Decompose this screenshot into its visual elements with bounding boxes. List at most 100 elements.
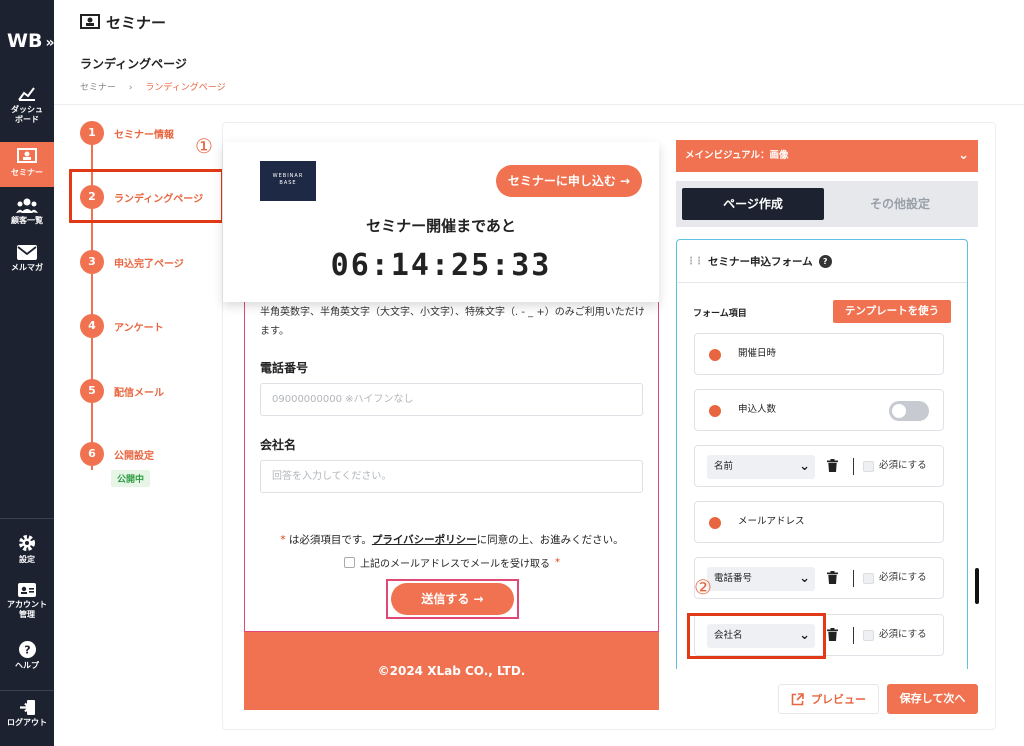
- step-number: 1: [80, 121, 104, 145]
- step-label: アンケート: [114, 322, 164, 334]
- step-label: 配信メール: [114, 387, 164, 399]
- required-toggle[interactable]: 必須にする: [863, 615, 927, 655]
- apply-seminar-button[interactable]: セミナーに申し込む →: [496, 165, 642, 197]
- section-title: セミナー: [106, 14, 167, 32]
- nav-settings[interactable]: 設定: [0, 534, 54, 565]
- fixed-field-dot: [709, 349, 721, 361]
- trash-icon[interactable]: [827, 459, 838, 472]
- gear-icon: [19, 535, 35, 551]
- header-divider: [54, 104, 1024, 105]
- trash-icon[interactable]: [827, 571, 838, 584]
- nav-account-label: アカウント 管理: [7, 600, 47, 619]
- required-label: 必須にする: [879, 629, 927, 640]
- mail-opt-checkbox[interactable]: [344, 557, 355, 568]
- step-publish[interactable]: 6 公開設定: [80, 442, 154, 466]
- field-label: メールアドレス: [738, 516, 805, 527]
- step-number: 6: [80, 442, 104, 466]
- use-template-button[interactable]: テンプレートを使う: [833, 300, 951, 323]
- page-title: ランディングページ: [80, 57, 187, 71]
- field-select-value: 名前: [714, 461, 734, 472]
- nav-divider-2: [0, 690, 54, 691]
- chevron-down-icon: ⌄: [958, 148, 969, 163]
- main-visual-dropdown[interactable]: メインビジュアル：画像 ⌄: [676, 140, 978, 172]
- nav-seminar[interactable]: セミナー: [0, 142, 54, 187]
- divider: [853, 458, 854, 475]
- nav-mailmag[interactable]: メルマガ: [0, 245, 54, 273]
- mail-icon: [17, 245, 37, 260]
- nav-customers-label: 顧客一覧: [11, 216, 43, 225]
- highlight-box-step: [69, 169, 224, 223]
- help-icon[interactable]: ?: [818, 255, 832, 268]
- preview-label: プレビュー: [811, 693, 866, 706]
- countdown-timer: 06:14:25:33: [330, 248, 552, 283]
- nav-settings-label: 設定: [19, 555, 35, 564]
- step-seminar-info[interactable]: 1 セミナー情報: [80, 121, 174, 145]
- divider: [853, 570, 854, 587]
- form-divider: [677, 282, 967, 283]
- scrollbar[interactable]: [975, 568, 979, 604]
- phone-input[interactable]: 09000000000 ※ハイフンなし: [260, 383, 643, 416]
- logout-icon: [19, 700, 35, 715]
- step-label: 公開設定: [114, 450, 154, 462]
- tab-other-settings[interactable]: その他設定: [826, 188, 974, 220]
- step-complete-page[interactable]: 3 申込完了ページ: [80, 250, 184, 274]
- preview-button[interactable]: プレビュー: [778, 684, 879, 714]
- divider: [853, 627, 854, 644]
- tab-page-create[interactable]: ページ作成: [682, 188, 824, 220]
- step-label: セミナー情報: [114, 129, 174, 141]
- required-checkbox[interactable]: [863, 629, 874, 641]
- side-nav: WB» ダッシュ ボード セミナー 顧客一覧 メルマガ 設定 アカウント 管理 …: [0, 0, 55, 746]
- required-toggle[interactable]: 必須にする: [863, 446, 927, 486]
- send-button[interactable]: 送信する →: [391, 583, 514, 615]
- chevron-down-icon: ⌄: [799, 459, 810, 474]
- nav-dashboard-label: ダッシュ ボード: [11, 105, 43, 124]
- chevron-down-icon: ⌄: [799, 571, 810, 586]
- section-header: セミナー: [80, 12, 166, 33]
- nav-help[interactable]: ? ヘルプ: [0, 641, 54, 671]
- privacy-policy-link[interactable]: プライバシーポリシー: [372, 534, 477, 546]
- nav-logout[interactable]: ログアウト: [0, 700, 54, 728]
- nav-help-label: ヘルプ: [15, 661, 39, 670]
- field-select-name[interactable]: 名前 ⌄: [707, 455, 815, 479]
- nav-dashboard[interactable]: ダッシュ ボード: [0, 84, 54, 125]
- nav-logout-label: ログアウト: [7, 718, 47, 727]
- trash-icon[interactable]: [827, 628, 838, 641]
- field-label: 開催日時: [738, 348, 777, 359]
- nav-seminar-label: セミナー: [11, 168, 43, 177]
- form-items-label: フォーム項目: [693, 309, 747, 319]
- required-mark: *: [555, 557, 560, 568]
- nav-divider: [0, 518, 54, 519]
- form-row-date: 開催日時: [694, 333, 944, 375]
- required-checkbox[interactable]: [863, 460, 874, 472]
- step-mail[interactable]: 5 配信メール: [80, 379, 164, 403]
- drag-handle-icon[interactable]: ⋮⋮: [686, 256, 704, 267]
- countdown-title: セミナー開催まであと: [366, 217, 516, 235]
- form-row-email: メールアドレス: [694, 501, 944, 543]
- save-next-button[interactable]: 保存して次へ: [887, 684, 978, 714]
- nav-account[interactable]: アカウント 管理: [0, 583, 54, 620]
- required-checkbox[interactable]: [863, 572, 874, 584]
- highlight-box-company: [687, 613, 826, 659]
- account-card-icon: [18, 583, 36, 597]
- app-logo[interactable]: WB»: [7, 30, 55, 52]
- lp-footer: ©2024 XLab CO., LTD.: [244, 632, 659, 710]
- company-label: 会社名: [260, 438, 297, 452]
- main-visual-label: メインビジュアル：画像: [685, 150, 789, 161]
- mail-opt-label: 上記のメールアドレスでメールを受け取る: [360, 559, 550, 570]
- field-select-phone[interactable]: 電話番号 ⌄: [707, 567, 815, 591]
- consent-prefix: は必須項目です。: [285, 534, 372, 546]
- mail-opt-in[interactable]: 上記のメールアドレスでメールを受け取る *: [246, 555, 658, 570]
- step-survey[interactable]: 4 アンケート: [80, 314, 164, 338]
- breadcrumb-root[interactable]: セミナー: [80, 83, 116, 93]
- nav-customers[interactable]: 顧客一覧: [0, 198, 54, 226]
- required-label: 必須にする: [879, 460, 927, 471]
- required-toggle[interactable]: 必須にする: [863, 558, 927, 598]
- step-number: 4: [80, 314, 104, 338]
- form-row-name: 名前 ⌄ 必須にする: [694, 445, 944, 487]
- count-toggle[interactable]: [889, 401, 929, 421]
- webinar-base-logo: WEBINAR BASE: [260, 161, 316, 201]
- form-section-title: ⋮⋮ セミナー申込フォーム ?: [686, 254, 832, 269]
- company-input[interactable]: 回答を入力してください。: [260, 460, 643, 493]
- breadcrumb: セミナー › ランディングページ: [80, 80, 226, 93]
- seminar-icon: [80, 14, 100, 29]
